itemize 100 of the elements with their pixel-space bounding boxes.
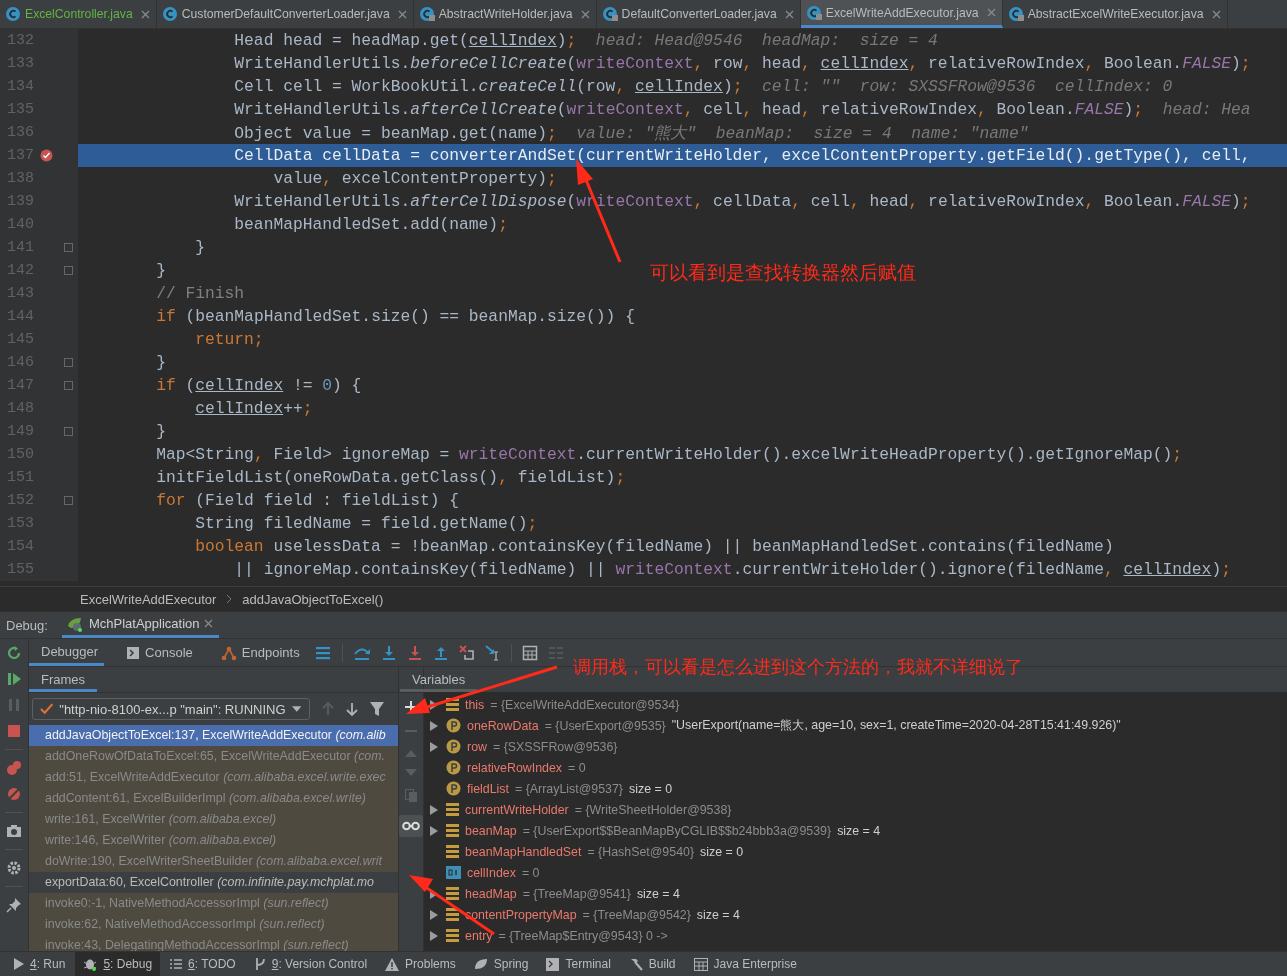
stack-frame[interactable]: addJavaObjectToExcel:137, ExcelWriteAddExecutor (com.alib (29, 725, 398, 746)
expand-icon[interactable] (430, 804, 438, 815)
code-line: CellData cellData = converterAndSet(currentWriteHolder, excelContentProperty.getField().getType(), cell, (233, 146, 1251, 165)
plus-icon[interactable] (405, 701, 417, 713)
editor-tab[interactable]: CustomerDefaultConverterLoader.java (156, 0, 414, 28)
frames-tab[interactable]: Frames (29, 667, 98, 692)
expand-icon[interactable] (430, 720, 438, 731)
rerun-icon[interactable] (6, 645, 22, 661)
up-triangle-icon[interactable] (405, 749, 417, 757)
expand-icon[interactable] (430, 930, 438, 941)
variable-value: = {ExcelWriteAddExecutor@9534} (490, 697, 680, 712)
mute-breakpoints-icon[interactable] (6, 786, 22, 802)
thread-dropdown[interactable]: "http-nio-8100-ex...p "main": RUNNING (32, 698, 310, 720)
tool-window-button[interactable]: 9: Version Control (245, 952, 376, 976)
breadcrumb-item[interactable]: addJavaObjectToExcel() (242, 591, 384, 607)
tool-window-button[interactable]: Problems (377, 952, 464, 976)
tool-window-button[interactable]: Spring (465, 952, 537, 976)
stop-icon[interactable] (6, 723, 22, 739)
primitive-icon (446, 866, 461, 879)
variable-value: = {SXSSFRow@9536} (492, 739, 618, 754)
variable-name: beanMapHandledSet (465, 844, 582, 859)
code-line: value, excelContentProperty); (272, 169, 557, 188)
variable-value: = {HashSet@9540} (587, 844, 695, 859)
code-line: String filedName = field.getName(); (194, 514, 538, 533)
stack-frame[interactable]: exportData:60, ExcelController (com.infinite.pay.mchplat.mo (29, 872, 398, 893)
editor-tab[interactable]: DefaultConverterLoader.java (596, 0, 801, 28)
variable-name: cellIndex (467, 865, 516, 880)
close-icon[interactable] (986, 8, 996, 17)
copy-icon[interactable] (404, 789, 418, 803)
code-line: } (155, 353, 166, 372)
code-line: if (cellIndex != 0) { (155, 376, 362, 395)
breakpoint-icon[interactable] (39, 149, 53, 162)
editor-tab[interactable]: AbstractExcelWriteExecutor.java (1002, 0, 1228, 28)
fold-icon[interactable] (63, 243, 73, 252)
tool-window-button[interactable]: Build (620, 952, 684, 976)
caret-icon (291, 706, 301, 712)
down-triangle-icon[interactable] (405, 769, 417, 777)
menu-icon[interactable] (315, 645, 332, 660)
filter-icon[interactable] (370, 702, 384, 716)
glasses-icon (402, 821, 420, 831)
close-icon[interactable] (204, 619, 214, 628)
settings-icon[interactable] (6, 860, 22, 876)
field-stack-icon (446, 845, 459, 858)
tool-window-button[interactable]: 5: Debug (75, 952, 161, 976)
code-line: Object value = beanMap.get(name); value: "熊大" beanMap: size = 4 name: "name" (233, 122, 1029, 144)
close-icon[interactable] (140, 9, 150, 19)
fold-icon[interactable] (63, 496, 73, 505)
debugger-tab[interactable]: Endpoints (208, 639, 306, 666)
endpoints-icon (220, 644, 237, 661)
close-icon[interactable] (580, 9, 590, 19)
debugger-tab[interactable]: Console (114, 639, 199, 666)
breadcrumb-item[interactable]: ExcelWriteAddExecutor (80, 591, 217, 607)
variable-name: headMap (465, 886, 517, 901)
tool-window-button[interactable]: Java Enterprise (685, 952, 805, 976)
step-out-icon[interactable] (432, 644, 449, 661)
code-line: return; (194, 330, 264, 349)
class-locked-icon (805, 4, 822, 21)
expand-icon[interactable] (430, 741, 438, 752)
camera-icon[interactable] (6, 823, 22, 839)
warning-icon (385, 957, 400, 971)
code-line: } (155, 261, 166, 280)
fold-icon[interactable] (63, 381, 73, 390)
code-line: for (Field field : fieldList) { (155, 491, 460, 510)
down-arrow-icon[interactable] (346, 702, 358, 716)
breakpoints-icon[interactable] (6, 760, 22, 776)
pause-icon[interactable] (6, 697, 22, 713)
field-stack-icon (446, 824, 459, 837)
editor-tab[interactable]: ExcelWriteAddExecutor.java (800, 0, 1003, 28)
variable-name: fieldList (467, 781, 509, 796)
fold-icon[interactable] (63, 266, 73, 275)
debug-label: Debug: (6, 617, 48, 633)
debugger-tab[interactable]: Debugger (29, 639, 105, 666)
close-icon[interactable] (784, 9, 794, 19)
annotation-text: 调用栈，可以看是怎么进到这个方法的，我就不详细说了 (573, 655, 1023, 679)
editor-tab[interactable]: ExcelController.java (0, 0, 157, 28)
step-into-icon[interactable] (380, 644, 397, 661)
parameter-icon (446, 781, 461, 796)
tool-window-button[interactable]: 4: Run (6, 952, 74, 976)
up-arrow-icon[interactable] (322, 702, 334, 716)
pin-icon[interactable] (6, 897, 22, 913)
fold-icon[interactable] (63, 427, 73, 436)
code-line: Cell cell = WorkBookUtil.createCell(row, cellIndex); cell: "" row: SXSSFRow@9536 cellIndex: 0 (233, 77, 1173, 96)
expand-icon[interactable] (430, 825, 438, 836)
close-icon[interactable] (397, 9, 407, 19)
watches-toggle[interactable] (399, 815, 423, 837)
variable-name: row (467, 739, 487, 754)
fold-icon[interactable] (63, 358, 73, 367)
close-icon[interactable] (1211, 9, 1221, 19)
run-to-cursor-icon[interactable] (484, 644, 501, 661)
check-icon (40, 703, 54, 715)
editor-tab[interactable]: AbstractWriteHolder.java (413, 0, 597, 28)
field-stack-icon (446, 929, 459, 942)
force-step-into-icon[interactable] (406, 644, 423, 661)
expand-icon[interactable] (430, 909, 438, 920)
tool-window-button[interactable]: 6: TODO (162, 952, 244, 976)
resume-icon[interactable] (6, 671, 22, 687)
code-line: beanMapHandledSet.add(name); (233, 215, 508, 234)
drop-frame-icon[interactable] (458, 644, 475, 661)
calculator-icon[interactable] (521, 644, 538, 661)
tool-window-button[interactable]: Terminal (538, 952, 619, 976)
